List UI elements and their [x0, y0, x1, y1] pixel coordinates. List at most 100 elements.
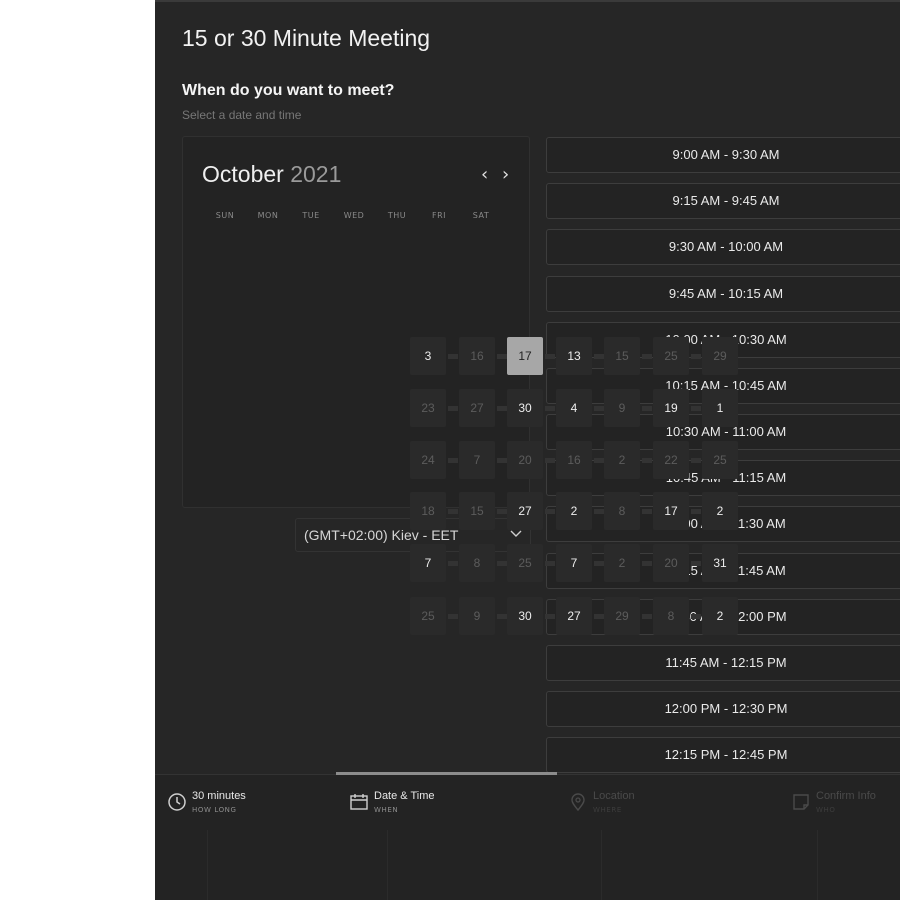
meeting-title: 15 or 30 Minute Meeting — [182, 25, 431, 51]
day-separator — [448, 509, 458, 514]
weekday-sat: SAT — [472, 211, 490, 220]
step-location-label: Location — [593, 790, 635, 802]
calendar-day[interactable]: 24 — [410, 441, 446, 479]
day-separator — [594, 561, 604, 566]
divider — [817, 830, 818, 900]
weekday-tue: TUE — [302, 211, 320, 220]
chevron-right-icon[interactable]: › — [502, 164, 509, 185]
calendar-day[interactable]: 29 — [702, 337, 738, 375]
time-slot[interactable]: 9:15 AM - 9:45 AM — [546, 183, 900, 219]
day-separator — [448, 614, 458, 619]
day-separator — [448, 406, 458, 411]
day-separator — [642, 561, 652, 566]
top-divider — [155, 0, 900, 2]
day-separator — [691, 509, 701, 514]
day-separator — [594, 354, 604, 359]
chevron-left-icon[interactable]: ‹ — [481, 164, 488, 185]
day-separator — [594, 458, 604, 463]
step-confirm-info-sub: WHO — [816, 806, 836, 814]
calendar-day[interactable]: 7 — [410, 544, 446, 582]
step-date-time-label: Date & Time — [374, 790, 435, 802]
date-question-heading: When do you want to meet? — [182, 82, 395, 99]
step-duration-sub: HOW LONG — [192, 806, 237, 814]
calendar-day[interactable]: 27 — [507, 492, 543, 530]
day-separator — [691, 458, 701, 463]
calendar-day[interactable]: 31 — [702, 544, 738, 582]
calendar-day[interactable]: 7 — [459, 441, 495, 479]
step-date-time-sub: WHEN — [374, 806, 399, 814]
time-slot[interactable]: 9:00 AM - 9:30 AM — [546, 137, 900, 173]
calendar-day[interactable]: 18 — [410, 492, 446, 530]
calendar-day[interactable]: 27 — [459, 389, 495, 427]
calendar-day[interactable]: 22 — [653, 441, 689, 479]
calendar-day[interactable]: 17 — [507, 337, 543, 375]
step-duration-label: 30 minutes — [192, 790, 246, 802]
calendar-day[interactable]: 30 — [507, 597, 543, 635]
calendar-icon — [349, 792, 369, 812]
calendar-day[interactable]: 1 — [702, 389, 738, 427]
calendar-month-year: October 2021 — [202, 161, 341, 188]
step-progress-bar: 30 minutes HOW LONG Date & Time WHEN Loc… — [155, 772, 900, 900]
step-confirm-info-label: Confirm Info — [816, 790, 876, 802]
day-separator — [497, 509, 507, 514]
day-separator — [691, 561, 701, 566]
calendar-day[interactable]: 25 — [507, 544, 543, 582]
calendar-day[interactable]: 7 — [556, 544, 592, 582]
calendar-day[interactable]: 4 — [556, 389, 592, 427]
calendar-day[interactable]: 29 — [604, 597, 640, 635]
day-separator — [691, 354, 701, 359]
day-separator — [545, 509, 555, 514]
time-slot[interactable]: 12:15 PM - 12:45 PM — [546, 737, 900, 773]
calendar-day[interactable]: 16 — [556, 441, 592, 479]
day-separator — [545, 561, 555, 566]
calendar-day[interactable]: 9 — [459, 597, 495, 635]
calendar-day[interactable]: 15 — [604, 337, 640, 375]
calendar-day[interactable]: 23 — [410, 389, 446, 427]
calendar-day[interactable]: 8 — [653, 597, 689, 635]
calendar-day[interactable]: 2 — [556, 492, 592, 530]
calendar-day[interactable]: 30 — [507, 389, 543, 427]
calendar-day[interactable]: 17 — [653, 492, 689, 530]
calendar-day[interactable]: 2 — [604, 441, 640, 479]
calendar-day[interactable]: 2 — [702, 492, 738, 530]
day-separator — [642, 614, 652, 619]
calendar-day[interactable]: 3 — [410, 337, 446, 375]
time-slot[interactable]: 9:45 AM - 10:15 AM — [546, 276, 900, 312]
calendar-day[interactable]: 25 — [410, 597, 446, 635]
calendar-day[interactable]: 16 — [459, 337, 495, 375]
calendar-day[interactable]: 25 — [653, 337, 689, 375]
calendar-year: 2021 — [290, 161, 342, 187]
calendar-day[interactable]: 9 — [604, 389, 640, 427]
time-slot[interactable]: 11:45 AM - 12:15 PM — [546, 645, 900, 681]
calendar-day[interactable]: 8 — [604, 492, 640, 530]
day-separator — [642, 406, 652, 411]
day-separator — [448, 458, 458, 463]
day-separator — [497, 614, 507, 619]
calendar-day[interactable]: 2 — [702, 597, 738, 635]
day-separator — [594, 614, 604, 619]
divider — [207, 830, 208, 900]
time-slot[interactable]: 9:30 AM - 10:00 AM — [546, 229, 900, 265]
day-separator — [497, 354, 507, 359]
calendar-day[interactable]: 19 — [653, 389, 689, 427]
date-hint: Select a date and time — [182, 108, 302, 122]
day-separator — [448, 561, 458, 566]
calendar-day[interactable]: 20 — [507, 441, 543, 479]
divider — [601, 830, 602, 900]
time-slot[interactable]: 12:00 PM - 12:30 PM — [546, 691, 900, 727]
calendar-day[interactable]: 13 — [556, 337, 592, 375]
step-location-sub: WHERE — [593, 806, 622, 814]
calendar-day[interactable]: 27 — [556, 597, 592, 635]
calendar-month: October — [202, 161, 284, 187]
day-separator — [545, 458, 555, 463]
calendar-day[interactable]: 15 — [459, 492, 495, 530]
clock-icon — [167, 792, 187, 812]
day-separator — [545, 354, 555, 359]
calendar-day[interactable]: 2 — [604, 544, 640, 582]
weekday-mon: MON — [257, 211, 279, 220]
calendar-day[interactable]: 20 — [653, 544, 689, 582]
calendar-day[interactable]: 25 — [702, 441, 738, 479]
calendar-day[interactable]: 8 — [459, 544, 495, 582]
day-separator — [448, 354, 458, 359]
day-separator — [594, 406, 604, 411]
